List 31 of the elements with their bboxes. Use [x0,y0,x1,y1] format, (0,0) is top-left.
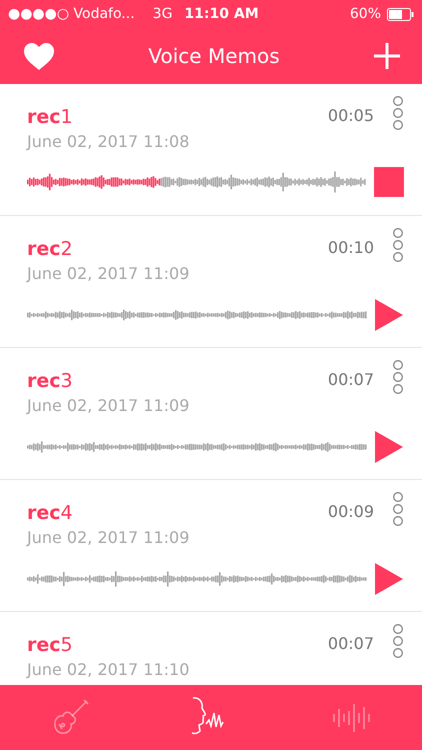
memo-duration: 00:09 [328,502,374,521]
memo-name: rec5 [27,634,73,656]
memo-name: rec4 [27,502,73,524]
memo-duration: 00:07 [328,634,374,653]
screen-title: Voice Memos [148,44,280,68]
memo-name: rec2 [27,238,73,260]
carrier-text: ●●●●○ Vodafo... [8,6,135,22]
memo-date: June 02, 2017 11:08 [27,132,190,151]
heart-icon[interactable] [24,42,54,70]
play-button[interactable] [375,563,403,595]
play-button[interactable] [375,299,403,331]
clock-text: 11:10 AM [184,6,259,22]
more-icon[interactable] [392,360,404,394]
network-text: 3G [152,6,172,22]
more-icon[interactable] [392,96,404,130]
memo-date: June 02, 2017 11:10 [27,660,190,679]
more-icon[interactable] [392,492,404,526]
battery-text: 60% [350,6,381,22]
memo-duration: 00:10 [328,238,374,257]
memo-date: June 02, 2017 11:09 [27,396,190,415]
memo-date: June 02, 2017 11:09 [27,264,190,283]
plus-icon[interactable] [374,43,400,69]
memo-duration: 00:05 [328,106,374,125]
memo-name: rec1 [27,106,73,128]
battery-icon [387,8,414,20]
more-icon[interactable] [392,624,404,658]
memo-name: rec3 [27,370,73,392]
memo-date: June 02, 2017 11:09 [27,528,190,547]
memo-duration: 00:07 [328,370,374,389]
play-button[interactable] [375,431,403,463]
more-icon[interactable] [392,228,404,262]
